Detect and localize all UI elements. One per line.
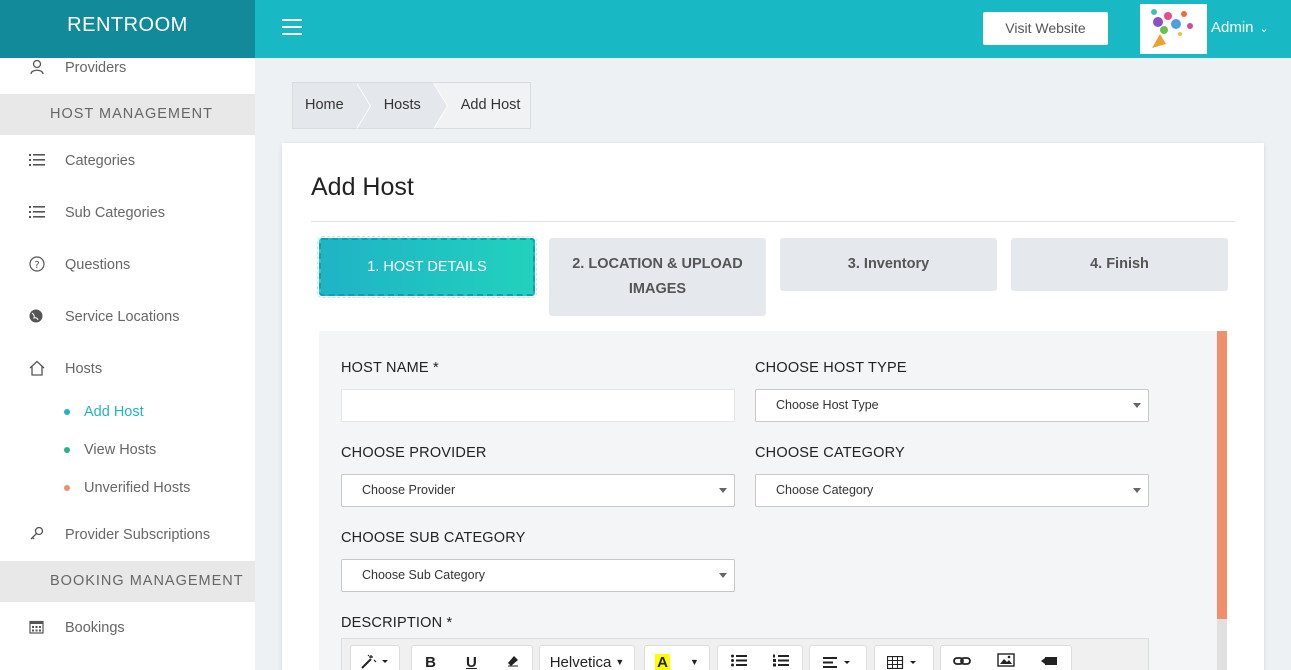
font-color-dropdown[interactable]: A ▼ [644, 645, 710, 670]
video-icon[interactable] [1041, 654, 1059, 670]
provider-select[interactable]: Choose Provider [341, 474, 735, 507]
breadcrumb: Home Hosts Add Host [292, 82, 532, 129]
sidebar-item-hosts[interactable]: Hosts [0, 349, 255, 389]
sub-category-label: CHOOSE SUB CATEGORY [341, 530, 526, 546]
caret-down-icon [1133, 488, 1141, 493]
list-icon [0, 153, 65, 169]
top-navbar: Visit Website Admin ⌄ [255, 0, 1291, 58]
sidebar-label: Add Host [84, 404, 144, 420]
host-type-select[interactable]: Choose Host Type [755, 389, 1149, 422]
description-label: DESCRIPTION * [341, 615, 453, 631]
host-name-input[interactable] [341, 389, 735, 422]
provider-label: CHOOSE PROVIDER [341, 445, 487, 461]
eraser-icon[interactable] [507, 654, 519, 670]
sidebar-item-categories[interactable]: Categories [0, 141, 255, 181]
step-location-upload[interactable]: 2. LOCATION & UPLOAD IMAGES [549, 238, 766, 316]
page-title: Add Host [311, 173, 414, 201]
sidebar-label: Providers [65, 60, 127, 76]
select-value: Choose Category [776, 483, 874, 497]
font-name-value: Helvetica [549, 653, 612, 670]
caret-down-icon: ▼ [615, 657, 625, 667]
caret-down-icon [719, 573, 727, 578]
sidebar-item-bookings[interactable]: Bookings [0, 608, 255, 648]
host-type-label: CHOOSE HOST TYPE [755, 360, 907, 376]
sidebar-label: Bookings [65, 620, 125, 636]
category-select[interactable]: Choose Category [755, 474, 1149, 507]
step-host-details[interactable]: 1. HOST DETAILS [317, 236, 537, 298]
section-booking-management: BOOKING MANAGEMENT [0, 561, 255, 602]
caret-down-icon [719, 488, 727, 493]
underline-icon[interactable]: U [466, 654, 477, 670]
sidebar-subitem-unverified-hosts[interactable]: Unverified Hosts [64, 480, 190, 496]
step-finish[interactable]: 4. Finish [1011, 238, 1228, 291]
sidebar-label: View Hosts [84, 442, 157, 458]
image-icon[interactable] [997, 653, 1015, 670]
insert-group [940, 645, 1072, 670]
menu-toggle-icon[interactable] [282, 19, 302, 37]
magic-wand-icon[interactable] [350, 645, 400, 670]
sidebar-item-service-locations[interactable]: Service Locations [0, 297, 255, 337]
link-icon[interactable] [953, 654, 971, 670]
sidebar-subitem-view-hosts[interactable]: View Hosts [64, 442, 156, 458]
user-icon [0, 59, 65, 78]
sidebar: Providers HOST MANAGEMENT Categories Sub… [0, 58, 255, 670]
sidebar-item-sub-categories[interactable]: Sub Categories [0, 193, 255, 233]
table-dropdown[interactable] [874, 645, 934, 670]
svg-text:?: ? [34, 260, 39, 271]
chevron-down-icon: ⌄ [1259, 23, 1269, 35]
sidebar-label: Questions [65, 257, 131, 273]
ordered-list-icon[interactable] [773, 654, 789, 670]
paragraph-align-dropdown[interactable] [809, 645, 867, 670]
bullet-dot-icon [64, 485, 70, 491]
sidebar-subitem-add-host[interactable]: Add Host [64, 404, 144, 420]
visit-website-button[interactable]: Visit Website [983, 12, 1108, 45]
question-circle-icon: ? [0, 255, 65, 275]
sidebar-label: Service Locations [65, 309, 180, 325]
bullet-dot-icon [64, 447, 70, 453]
category-label: CHOOSE CATEGORY [755, 445, 905, 461]
sidebar-label: Provider Subscriptions [65, 527, 211, 543]
step-inventory[interactable]: 3. Inventory [780, 238, 997, 291]
sidebar-label: Sub Categories [65, 205, 165, 221]
sidebar-item-providers[interactable]: Providers [0, 48, 255, 88]
add-host-card: Add Host 1. HOST DETAILS 2. LOCATION & U… [282, 143, 1264, 670]
user-avatar[interactable] [1140, 4, 1207, 54]
caret-down-icon [1133, 403, 1141, 408]
globe-icon [0, 309, 65, 326]
sidebar-label: Unverified Hosts [84, 480, 191, 496]
select-value: Choose Host Type [776, 398, 879, 412]
scrollbar-thumb[interactable] [1217, 331, 1227, 619]
sub-category-select[interactable]: Choose Sub Category [341, 559, 735, 592]
sidebar-item-provider-subscriptions[interactable]: Provider Subscriptions [0, 515, 255, 555]
unordered-list-icon[interactable] [731, 654, 747, 670]
list-group [717, 645, 803, 670]
select-value: Choose Provider [362, 483, 456, 497]
admin-label: Admin [1211, 19, 1254, 36]
section-host-management: HOST MANAGEMENT [0, 94, 255, 135]
select-value: Choose Sub Category [362, 568, 485, 582]
sidebar-label: Categories [65, 153, 136, 169]
breadcrumb-home[interactable]: Home [293, 83, 371, 129]
editor-toolbar: B U Helvetica ▼ A ▼ [341, 638, 1149, 670]
home-icon [0, 360, 65, 379]
sidebar-label: Hosts [65, 361, 103, 377]
host-name-label: HOST NAME * [341, 360, 439, 376]
list-icon [0, 205, 65, 221]
bold-icon[interactable]: B [425, 654, 436, 670]
divider [311, 221, 1235, 222]
format-group: B U [411, 645, 533, 670]
font-family-dropdown[interactable]: Helvetica ▼ [539, 645, 635, 670]
font-color-icon: A [655, 653, 670, 670]
key-icon [0, 526, 65, 545]
sidebar-item-questions[interactable]: ? Questions [0, 245, 255, 285]
bullet-dot-icon [64, 409, 70, 415]
calendar-icon [0, 619, 65, 637]
caret-down-icon: ▼ [689, 657, 699, 667]
admin-user-menu[interactable]: Admin ⌄ [1211, 19, 1269, 36]
